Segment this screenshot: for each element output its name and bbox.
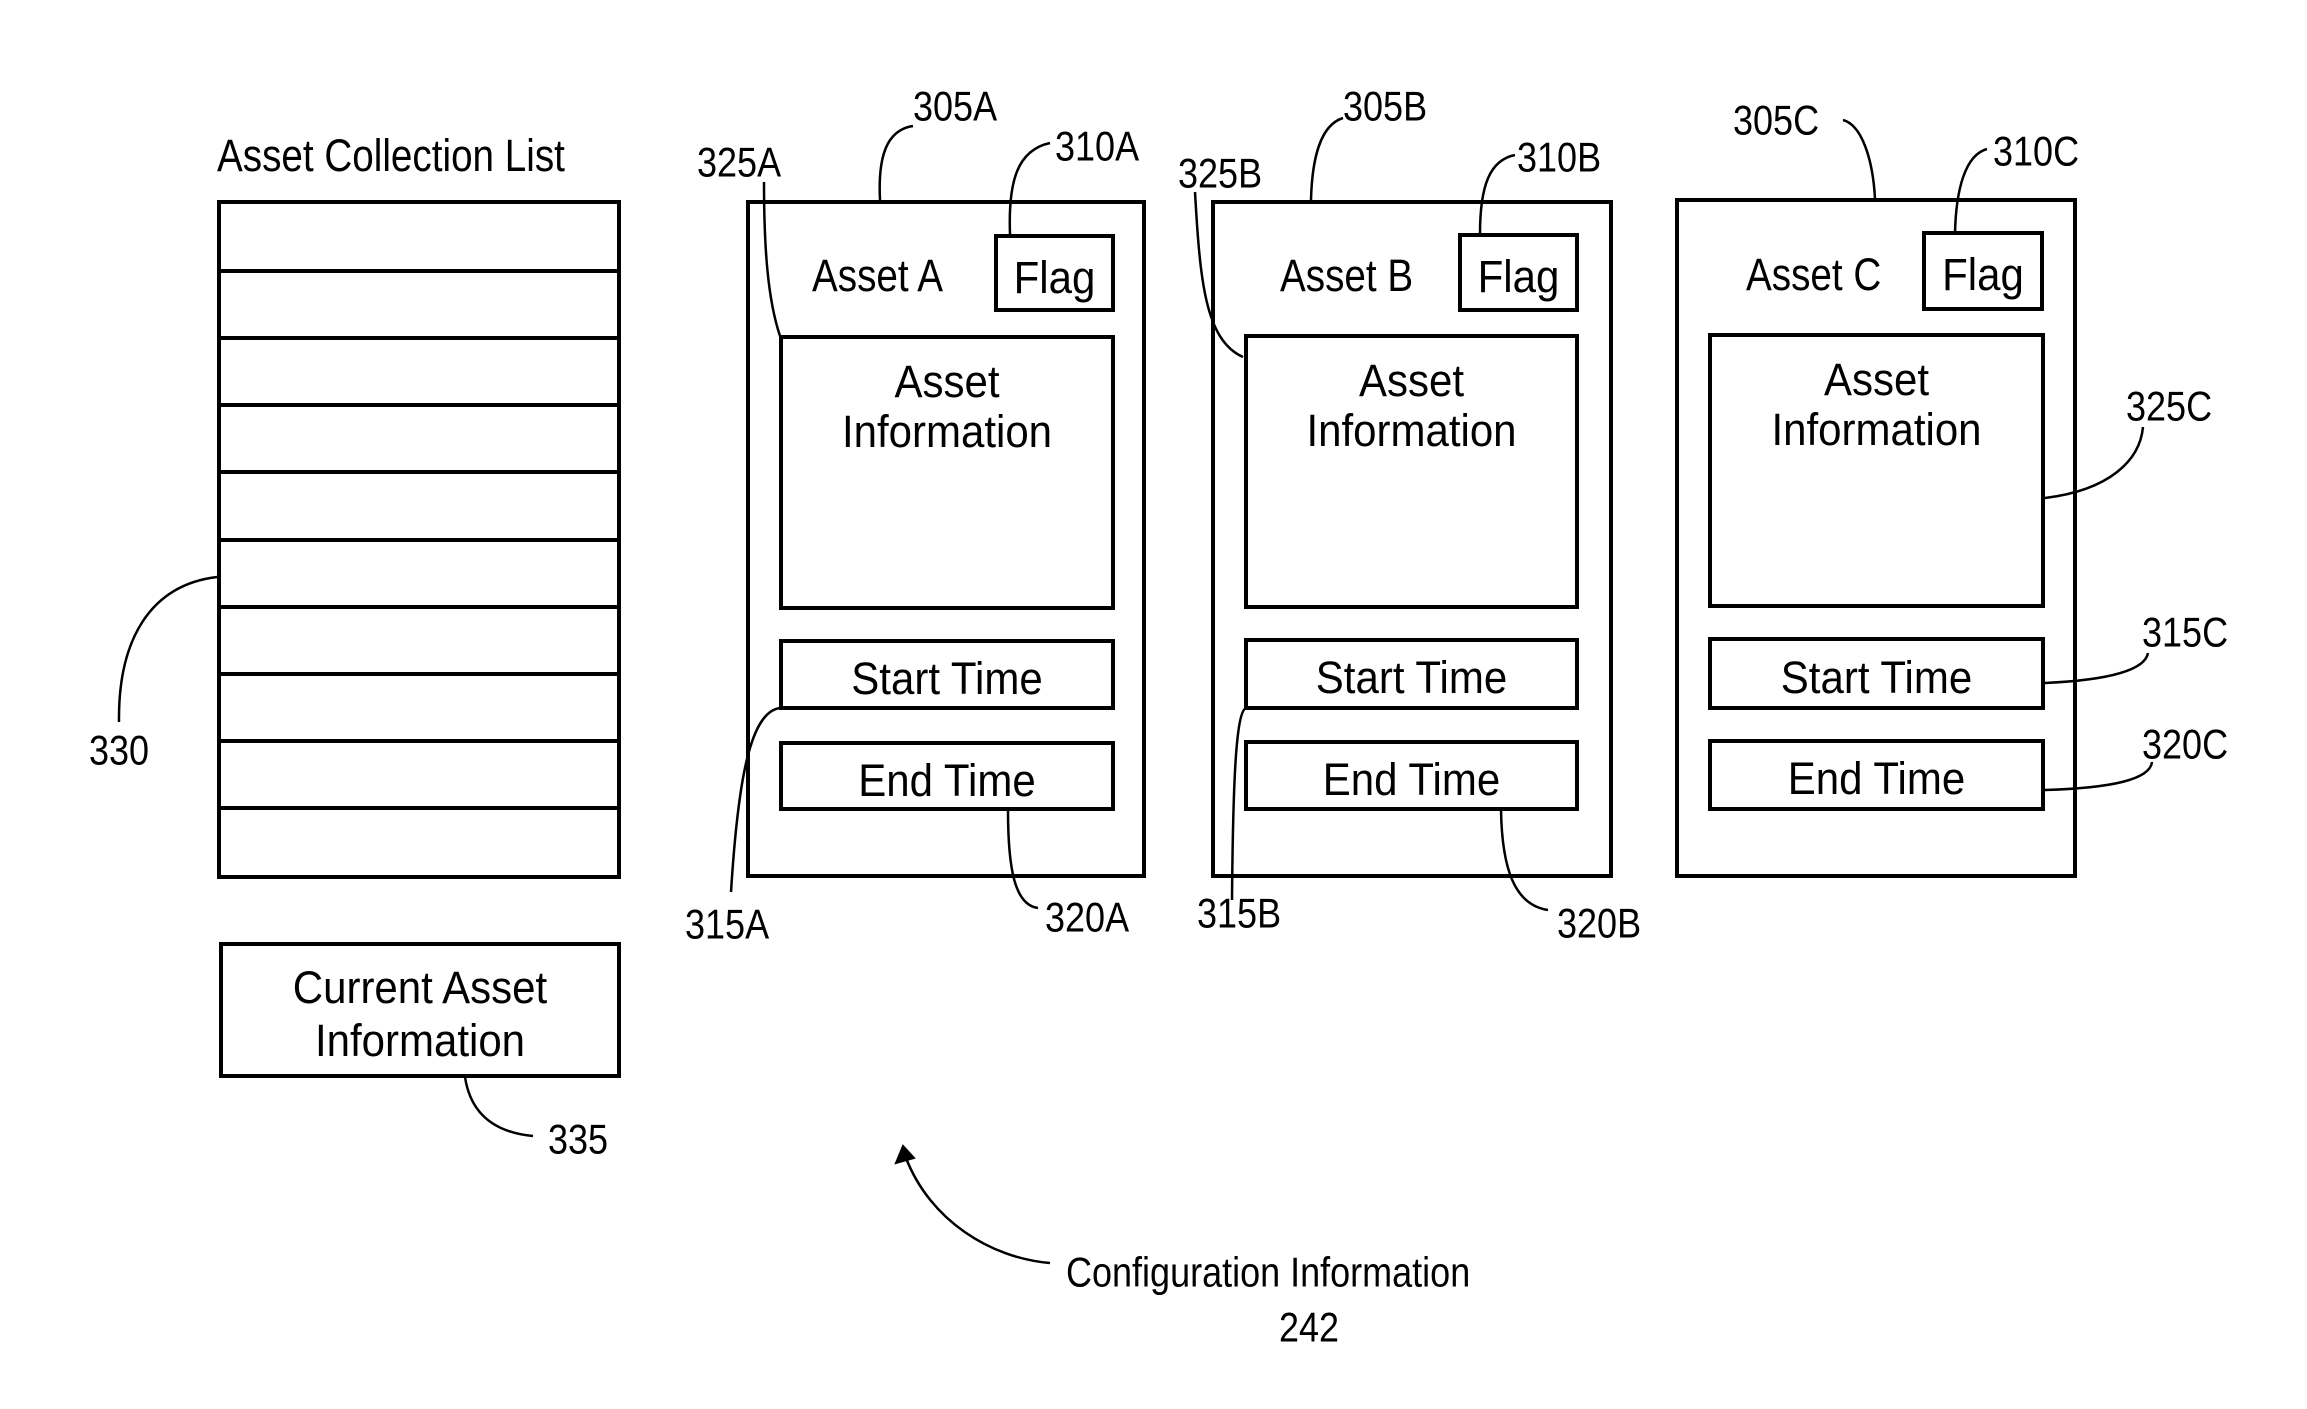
leader-330 [117,575,218,723]
ref-label-305c: 305C [1733,97,1820,145]
ref-label-310c: 310C [1993,128,2080,176]
asset-c-start-time-label: Start Time [1780,652,1973,703]
configuration-information-caption: Configuration Information [1066,1249,1471,1297]
asset-a-start-time: Start Time [779,639,1115,710]
asset-a-information: Asset Information [779,335,1115,610]
current-asset-information-box: Current Asset Information [219,942,621,1078]
asset-c-end-time-label: End Time [1787,753,1966,804]
ref-label-320a: 320A [1045,894,1130,942]
current-asset-line2: Information [314,1015,526,1066]
leader-305c [1842,118,1877,200]
leader-305b [1309,116,1344,201]
ref-label-315a: 315A [685,901,770,949]
asset-a-end-time-label: End Time [858,755,1036,806]
leader-305a [878,124,914,201]
list-row-divider [221,739,617,743]
asset-a-info-line1: Asset [894,356,1000,407]
list-row-divider [221,605,617,609]
asset-b-end-time-label: End Time [1322,754,1501,805]
asset-c-start-time: Start Time [1708,637,2045,710]
list-row-divider [221,470,617,474]
list-row-divider [221,806,617,810]
asset-collection-list-title: Asset Collection List [217,129,565,181]
asset-c-name: Asset C [1746,248,1882,300]
caption-arrow-curve [904,1157,1051,1265]
asset-b-info-line1: Asset [1358,355,1465,406]
ref-label-305a: 305A [913,83,998,131]
leader-335 [463,1076,534,1138]
asset-b-start-time-label: Start Time [1315,652,1508,703]
current-asset-line1: Current Asset [292,962,548,1013]
asset-b-name: Asset B [1280,249,1414,301]
ref-label-320b: 320B [1557,900,1642,948]
asset-b-end-time: End Time [1244,740,1579,811]
caption-arrow-head [894,1144,916,1165]
ref-label-305b: 305B [1343,83,1428,131]
list-row-divider [221,538,617,542]
asset-c-end-time: End Time [1708,739,2045,811]
list-row-divider [221,672,617,676]
ref-label-325a: 325A [697,139,782,187]
list-row-divider [221,403,617,407]
ref-label-335: 335 [548,1116,609,1164]
asset-a-end-time: End Time [779,741,1115,811]
asset-a-info-line2: Information [841,406,1053,457]
list-row-divider [221,336,617,340]
ref-label-310b: 310B [1517,134,1602,182]
asset-b-information: Asset Information [1244,334,1579,609]
asset-b-flag-label: Flag [1477,251,1560,302]
asset-c-flag: Flag [1922,231,2044,311]
asset-b-start-time: Start Time [1244,638,1579,710]
asset-b-info-line2: Information [1306,405,1517,456]
asset-a-start-time-label: Start Time [851,653,1043,704]
asset-b-flag: Flag [1458,233,1579,312]
asset-a-flag: Flag [994,234,1115,312]
asset-collection-list [217,200,621,879]
ref-label-325b: 325B [1178,150,1263,198]
ref-label-310a: 310A [1055,123,1140,171]
ref-label-325c: 325C [2126,383,2213,431]
asset-c-info-line1: Asset [1823,354,1930,405]
list-row-divider [221,269,617,273]
asset-c-info-line2: Information [1771,404,1982,455]
asset-c-information: Asset Information [1708,333,2045,608]
configuration-information-ref: 242 [1279,1304,1340,1352]
asset-a-flag-label: Flag [1013,252,1096,303]
ref-label-330: 330 [89,727,150,775]
ref-label-320c: 320C [2142,721,2229,769]
asset-a-name: Asset A [812,249,944,301]
ref-label-315c: 315C [2142,609,2229,657]
asset-c-flag-label: Flag [1942,249,2024,300]
ref-label-315b: 315B [1197,890,1282,938]
